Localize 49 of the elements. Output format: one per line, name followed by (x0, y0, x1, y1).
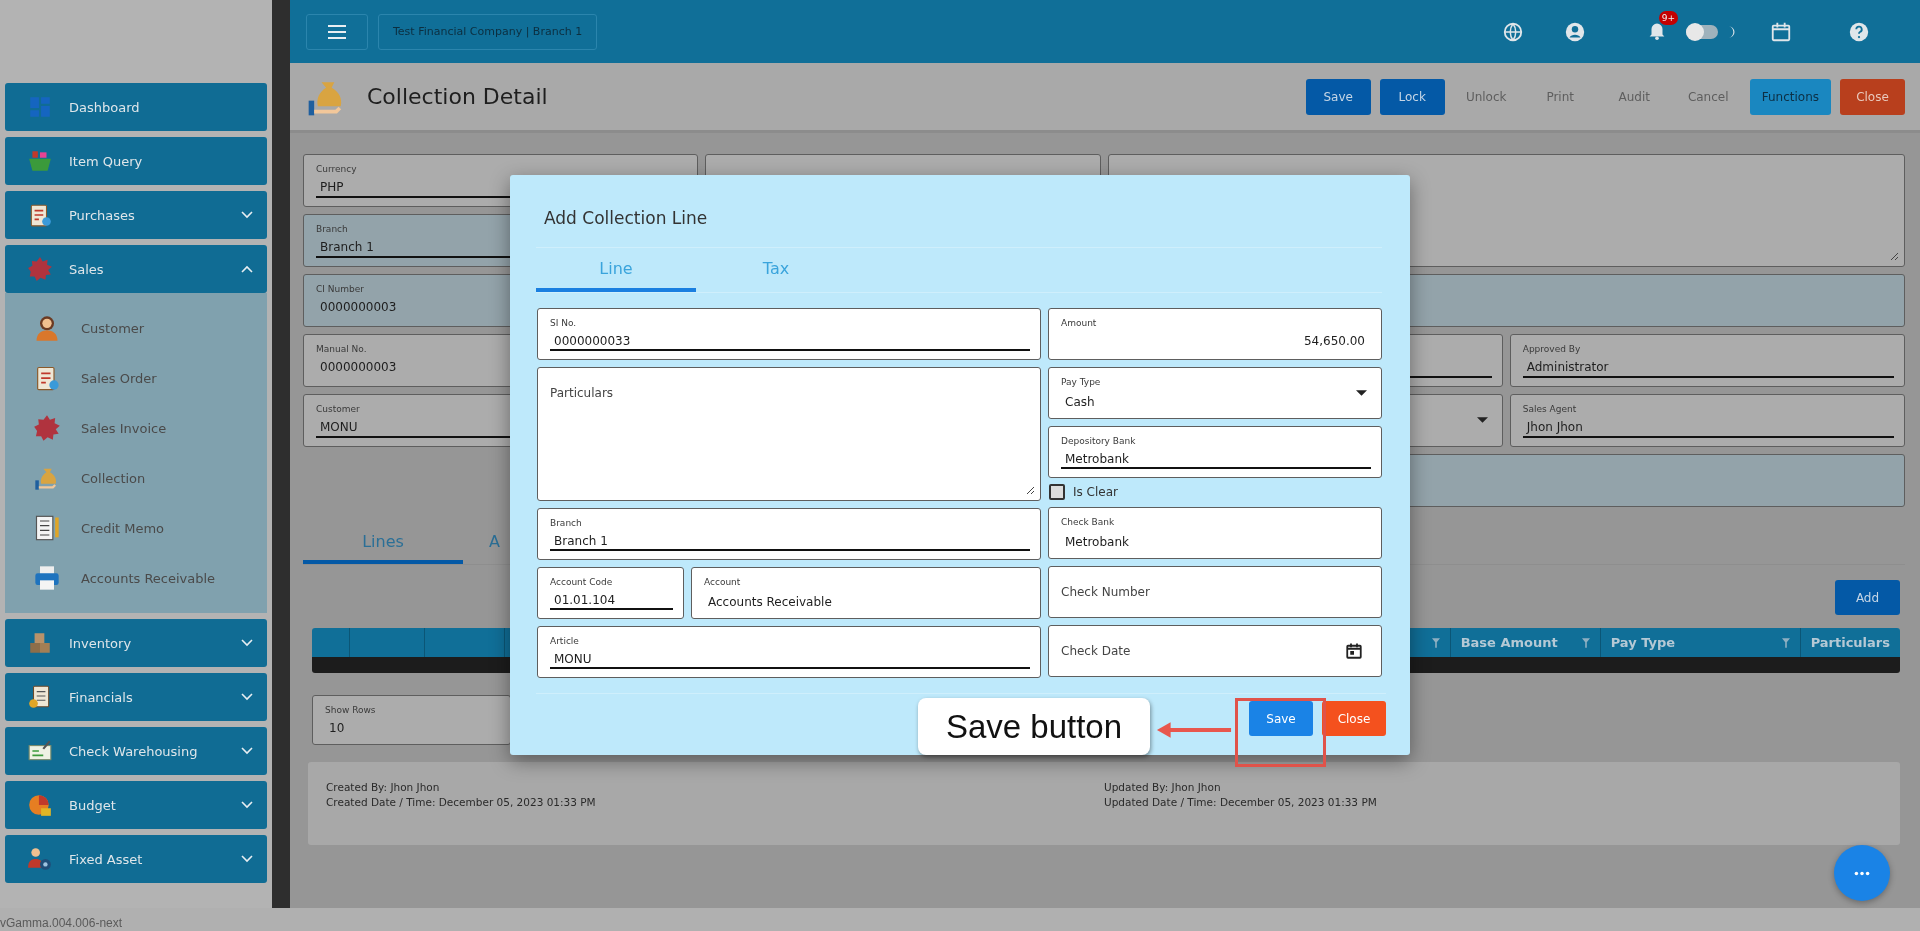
show-rows-field[interactable]: Show Rows 10 (312, 695, 511, 745)
input-field[interactable]: Depository Bank Metrobank (1048, 426, 1382, 478)
submenu-item[interactable]: Accounts Receivable (5, 553, 267, 603)
input-field[interactable]: Sales Agent Jhon Jhon (1509, 394, 1905, 447)
sidebar-item[interactable]: Item Query (5, 137, 267, 185)
dialog-title: Add Collection Line (543, 208, 709, 228)
submenu-item[interactable]: Collection (5, 453, 267, 503)
sidebar-item[interactable]: Financials (5, 673, 267, 721)
sidebar-item[interactable]: Fixed Asset (5, 835, 267, 883)
sidebar-item[interactable]: Dashboard (5, 83, 267, 131)
sidebar-item[interactable]: Check Warehousing (5, 727, 267, 775)
sidebar-item[interactable]: Inventory (5, 619, 267, 667)
input-field[interactable]: Account Code 01.01.104 (537, 567, 684, 619)
input-field[interactable]: Check Bank Metrobank (1048, 507, 1382, 559)
sidebar-item[interactable]: Sales (5, 245, 267, 293)
column-header[interactable]: Particulars (1800, 628, 1900, 657)
page-title: Collection Detail (367, 84, 548, 109)
submenu-item[interactable]: Sales Invoice (5, 403, 267, 453)
audit-text: Created By: Jhon Jhon (326, 781, 441, 793)
version-label: vGamma.004.006-next (0, 916, 123, 931)
date-field[interactable]: Check Date (1048, 625, 1382, 677)
company-branch-button[interactable]: Test Financial Company | Branch 1 (378, 13, 598, 50)
action-button[interactable]: Close (1840, 78, 1905, 115)
sidebar-item[interactable]: Budget (5, 781, 267, 829)
input-field[interactable]: Check Number (1048, 566, 1382, 618)
save-button[interactable]: Save (1249, 701, 1313, 736)
callout-label: Save button (918, 698, 1150, 755)
input-field[interactable]: Account Accounts Receivable (691, 567, 1041, 619)
submenu-item[interactable]: Sales Order (5, 353, 267, 403)
input-field[interactable]: Branch Branch 1 (537, 508, 1041, 560)
checkbox-label: Is Clear (1073, 485, 1118, 499)
audit-text: Updated Date / Time: December 05, 2023 01:33 PM (1104, 796, 1378, 808)
submenu-item[interactable]: Credit Memo (5, 503, 267, 553)
dropdown-field[interactable]: Pay Type Cash (1048, 367, 1382, 419)
audit-text: Created Date / Time: December 05, 2023 01:33 PM (326, 796, 597, 808)
sidebar-item[interactable]: Purchases (5, 191, 267, 239)
add-button[interactable]: Add (1835, 580, 1900, 615)
action-button[interactable]: Save (1305, 78, 1371, 115)
close-button[interactable]: Close (1322, 701, 1386, 736)
action-button[interactable]: Lock (1379, 78, 1445, 115)
action-button[interactable]: Functions (1749, 78, 1831, 115)
text-area[interactable]: Particulars (537, 367, 1041, 501)
input-field[interactable]: Approved By Administrator (1509, 334, 1905, 387)
submenu-item[interactable]: Customer (5, 303, 267, 353)
input-field[interactable]: Amount 54,650.00 (1048, 308, 1382, 360)
input-field[interactable]: Article MONU (537, 626, 1041, 678)
audit-text: Updated By: Jhon Jhon (1104, 781, 1222, 793)
notification-badge: 9+ (1658, 10, 1678, 25)
input-field[interactable]: SI No. 0000000033 (537, 308, 1041, 360)
